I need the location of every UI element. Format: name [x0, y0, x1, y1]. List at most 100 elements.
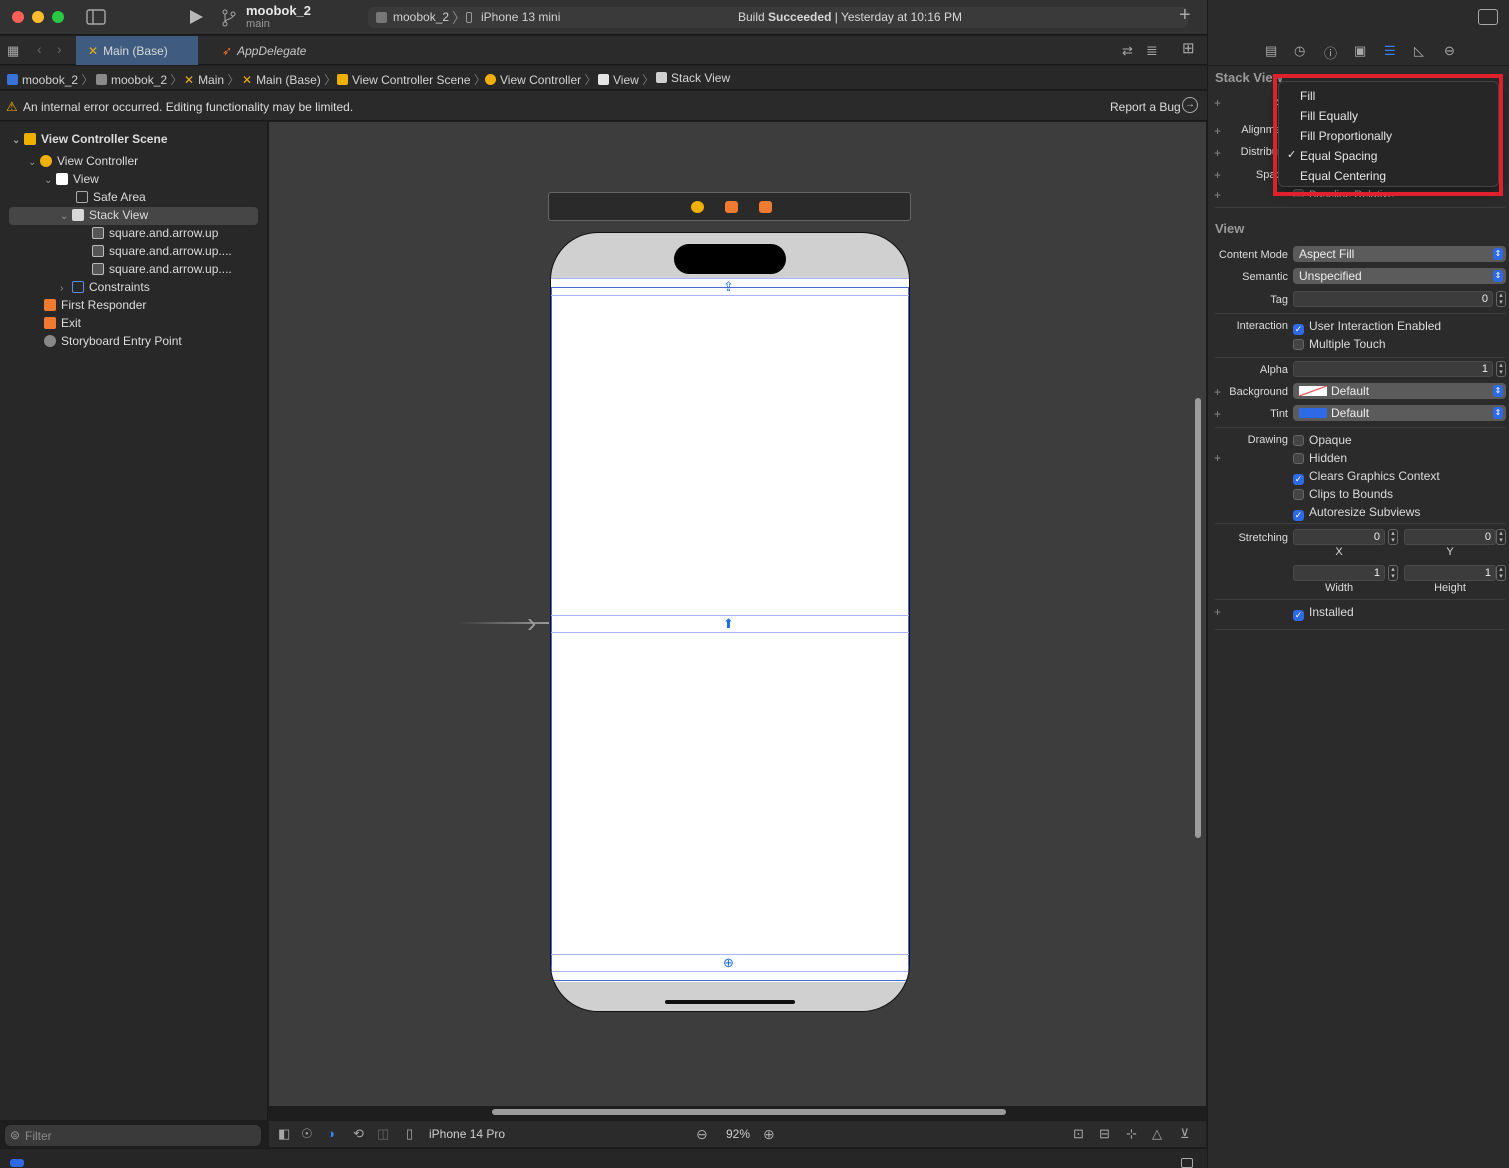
- arrow-right-circle-icon[interactable]: →: [1182, 97, 1198, 113]
- accessibility-icon[interactable]: ☉: [301, 1126, 313, 1142]
- help-icon[interactable]: ⓘ: [1324, 43, 1337, 62]
- size-inspector-icon[interactable]: ◺: [1414, 43, 1424, 59]
- stretch-y-stepper[interactable]: ▴ ▾: [1496, 529, 1506, 545]
- device-icon[interactable]: ▯: [406, 1126, 413, 1142]
- outline-item-image-1[interactable]: square.and.arrow.up: [92, 226, 218, 244]
- scene-dock[interactable]: [548, 192, 911, 221]
- plus-icon[interactable]: +: [1214, 451, 1221, 465]
- tint-color-popup[interactable]: Default ⇕: [1293, 405, 1506, 421]
- appearance-icon[interactable]: ◑: [327, 1126, 335, 1142]
- project-name[interactable]: moobok_2: [246, 3, 311, 18]
- breadcrumb-project[interactable]: moobok_2 〉: [7, 71, 93, 88]
- horizontal-scrollbar[interactable]: [492, 1109, 1006, 1115]
- outline-item-stack-view[interactable]: ⌄ Stack View: [60, 208, 148, 226]
- minimize-window-button[interactable]: [32, 11, 44, 23]
- outline-item-exit[interactable]: Exit: [44, 316, 81, 334]
- stretch-width-field[interactable]: 1: [1293, 565, 1385, 581]
- alpha-field[interactable]: 1: [1293, 361, 1493, 377]
- history-icon[interactable]: ◷: [1294, 43, 1305, 59]
- resolve-issues-icon[interactable]: △: [1152, 1126, 1162, 1142]
- hidden-checkbox[interactable]: Hidden: [1293, 451, 1347, 465]
- plus-icon[interactable]: +: [1214, 188, 1221, 202]
- tag-field[interactable]: 0: [1293, 291, 1493, 307]
- outline-item-view[interactable]: ⌄ View: [44, 172, 99, 190]
- view-controller-icon[interactable]: [691, 201, 704, 213]
- content-mode-popup[interactable]: Aspect Fill ⇕: [1293, 246, 1506, 262]
- plus-icon[interactable]: +: [1214, 605, 1221, 619]
- clips-to-bounds-checkbox[interactable]: Clips to Bounds: [1293, 487, 1393, 501]
- chevron-right-icon[interactable]: ›: [60, 283, 72, 294]
- inspector-toggle-icon[interactable]: [1478, 9, 1498, 25]
- chevron-down-icon[interactable]: ⌄: [12, 135, 24, 146]
- multiple-touch-checkbox[interactable]: Multiple Touch: [1293, 337, 1386, 351]
- run-button[interactable]: [188, 9, 204, 29]
- view-controller-view[interactable]: ⇪ ⬆ ⊕: [551, 278, 909, 982]
- stretch-width-stepper[interactable]: ▴ ▾: [1388, 565, 1398, 581]
- scheme-selector[interactable]: moobok_2 〉 iPhone 13 mini Build Succeede…: [368, 7, 1188, 28]
- sidebar-toggle-icon[interactable]: ◧: [278, 1126, 290, 1142]
- filter-input[interactable]: [25, 1127, 255, 1144]
- stretch-y-field[interactable]: 0: [1404, 529, 1496, 545]
- chevron-down-icon[interactable]: ⌄: [44, 175, 56, 186]
- stretch-x-stepper[interactable]: ▴ ▾: [1388, 529, 1398, 545]
- editor-options-icon[interactable]: ≣: [1146, 42, 1158, 58]
- align-icon[interactable]: ⊟: [1099, 1126, 1110, 1142]
- device-selector[interactable]: iPhone 14 Pro: [429, 1127, 505, 1141]
- stack-view[interactable]: [551, 287, 909, 981]
- clears-graphics-checkbox[interactable]: ✓ Clears Graphics Context: [1293, 469, 1440, 485]
- storyboard-canvas[interactable]: › ⇪ ⬆ ⊕: [269, 122, 1206, 1115]
- outline-item-image-3[interactable]: square.and.arrow.up....: [92, 262, 232, 280]
- stretch-height-field[interactable]: 1: [1404, 565, 1496, 581]
- stretch-height-stepper[interactable]: ▴ ▾: [1496, 565, 1506, 581]
- outline-filter[interactable]: ⊜: [5, 1125, 261, 1146]
- scheme-name[interactable]: moobok_2: [393, 10, 449, 24]
- outline-item-view-controller[interactable]: ⌄ View Controller: [28, 154, 138, 172]
- tag-stepper[interactable]: ▴ ▾: [1496, 291, 1506, 307]
- embed-in-icon[interactable]: ⊻: [1180, 1126, 1190, 1142]
- grid-icon[interactable]: ▦: [7, 43, 19, 59]
- forward-icon[interactable]: ›: [57, 41, 62, 57]
- breadcrumb-scene[interactable]: View Controller Scene 〉: [337, 71, 486, 88]
- semantic-popup[interactable]: Unspecified ⇕: [1293, 268, 1506, 284]
- run-destination[interactable]: iPhone 13 mini: [481, 10, 560, 24]
- navigator-toggle-icon[interactable]: [86, 9, 106, 29]
- breadcrumb-main[interactable]: ✕ Main 〉: [184, 71, 239, 88]
- outline-item-first-responder[interactable]: First Responder: [44, 298, 146, 316]
- layout-icon[interactable]: ◫: [377, 1126, 389, 1142]
- user-interaction-checkbox[interactable]: ✓ User Interaction Enabled: [1293, 319, 1441, 335]
- tab-appdelegate[interactable]: ➶ AppDelegate: [210, 36, 330, 65]
- iphone-frame[interactable]: ⇪ ⬆ ⊕: [550, 232, 910, 1012]
- breadcrumb-main-base[interactable]: ✕ Main (Base) 〉: [242, 71, 336, 88]
- first-responder-icon[interactable]: [725, 201, 738, 213]
- chevron-down-icon[interactable]: ⌄: [28, 157, 40, 168]
- outline-item-image-2[interactable]: square.and.arrow.up....: [92, 244, 232, 262]
- breadcrumb-view[interactable]: View 〉: [598, 71, 654, 88]
- autoresize-subviews-checkbox[interactable]: ✓ Autoresize Subviews: [1293, 505, 1420, 521]
- identity-inspector-icon[interactable]: ▣: [1354, 43, 1366, 59]
- zoom-level[interactable]: 92%: [726, 1127, 750, 1141]
- connections-inspector-icon[interactable]: ⊖: [1444, 43, 1455, 59]
- image-view-3[interactable]: ⊕: [551, 954, 909, 972]
- zoom-window-button[interactable]: [52, 11, 64, 23]
- refresh-icon[interactable]: ⇄: [1122, 43, 1133, 59]
- outline-item-constraints[interactable]: › Constraints: [60, 280, 150, 298]
- vertical-scrollbar[interactable]: [1195, 398, 1201, 838]
- zoom-out-icon[interactable]: ⊖: [696, 1126, 708, 1142]
- installed-checkbox[interactable]: ✓ Installed: [1293, 605, 1354, 621]
- tab-main-base[interactable]: ✕ Main (Base): [76, 36, 198, 65]
- opaque-checkbox[interactable]: Opaque: [1293, 433, 1352, 447]
- zoom-in-icon[interactable]: ⊕: [763, 1126, 775, 1142]
- outline-item-entry-point[interactable]: Storyboard Entry Point: [44, 334, 182, 352]
- background-color-popup[interactable]: Default ⇕: [1293, 383, 1506, 399]
- view-section-header[interactable]: View: [1215, 221, 1244, 236]
- add-constraints-icon[interactable]: ⊹: [1126, 1126, 1137, 1142]
- report-bug-link[interactable]: Report a Bug: [1110, 100, 1181, 114]
- exit-icon[interactable]: [759, 201, 772, 213]
- file-inspector-icon[interactable]: ▤: [1265, 43, 1277, 59]
- image-view-2[interactable]: ⬆: [551, 615, 909, 633]
- image-view-1[interactable]: ⇪: [551, 278, 909, 296]
- breadcrumb-view-controller[interactable]: View Controller 〉: [485, 71, 597, 88]
- stretch-x-field[interactable]: 0: [1293, 529, 1385, 545]
- breadcrumb-stack-view[interactable]: Stack View: [656, 71, 730, 85]
- orientation-icon[interactable]: ⟲: [353, 1126, 364, 1142]
